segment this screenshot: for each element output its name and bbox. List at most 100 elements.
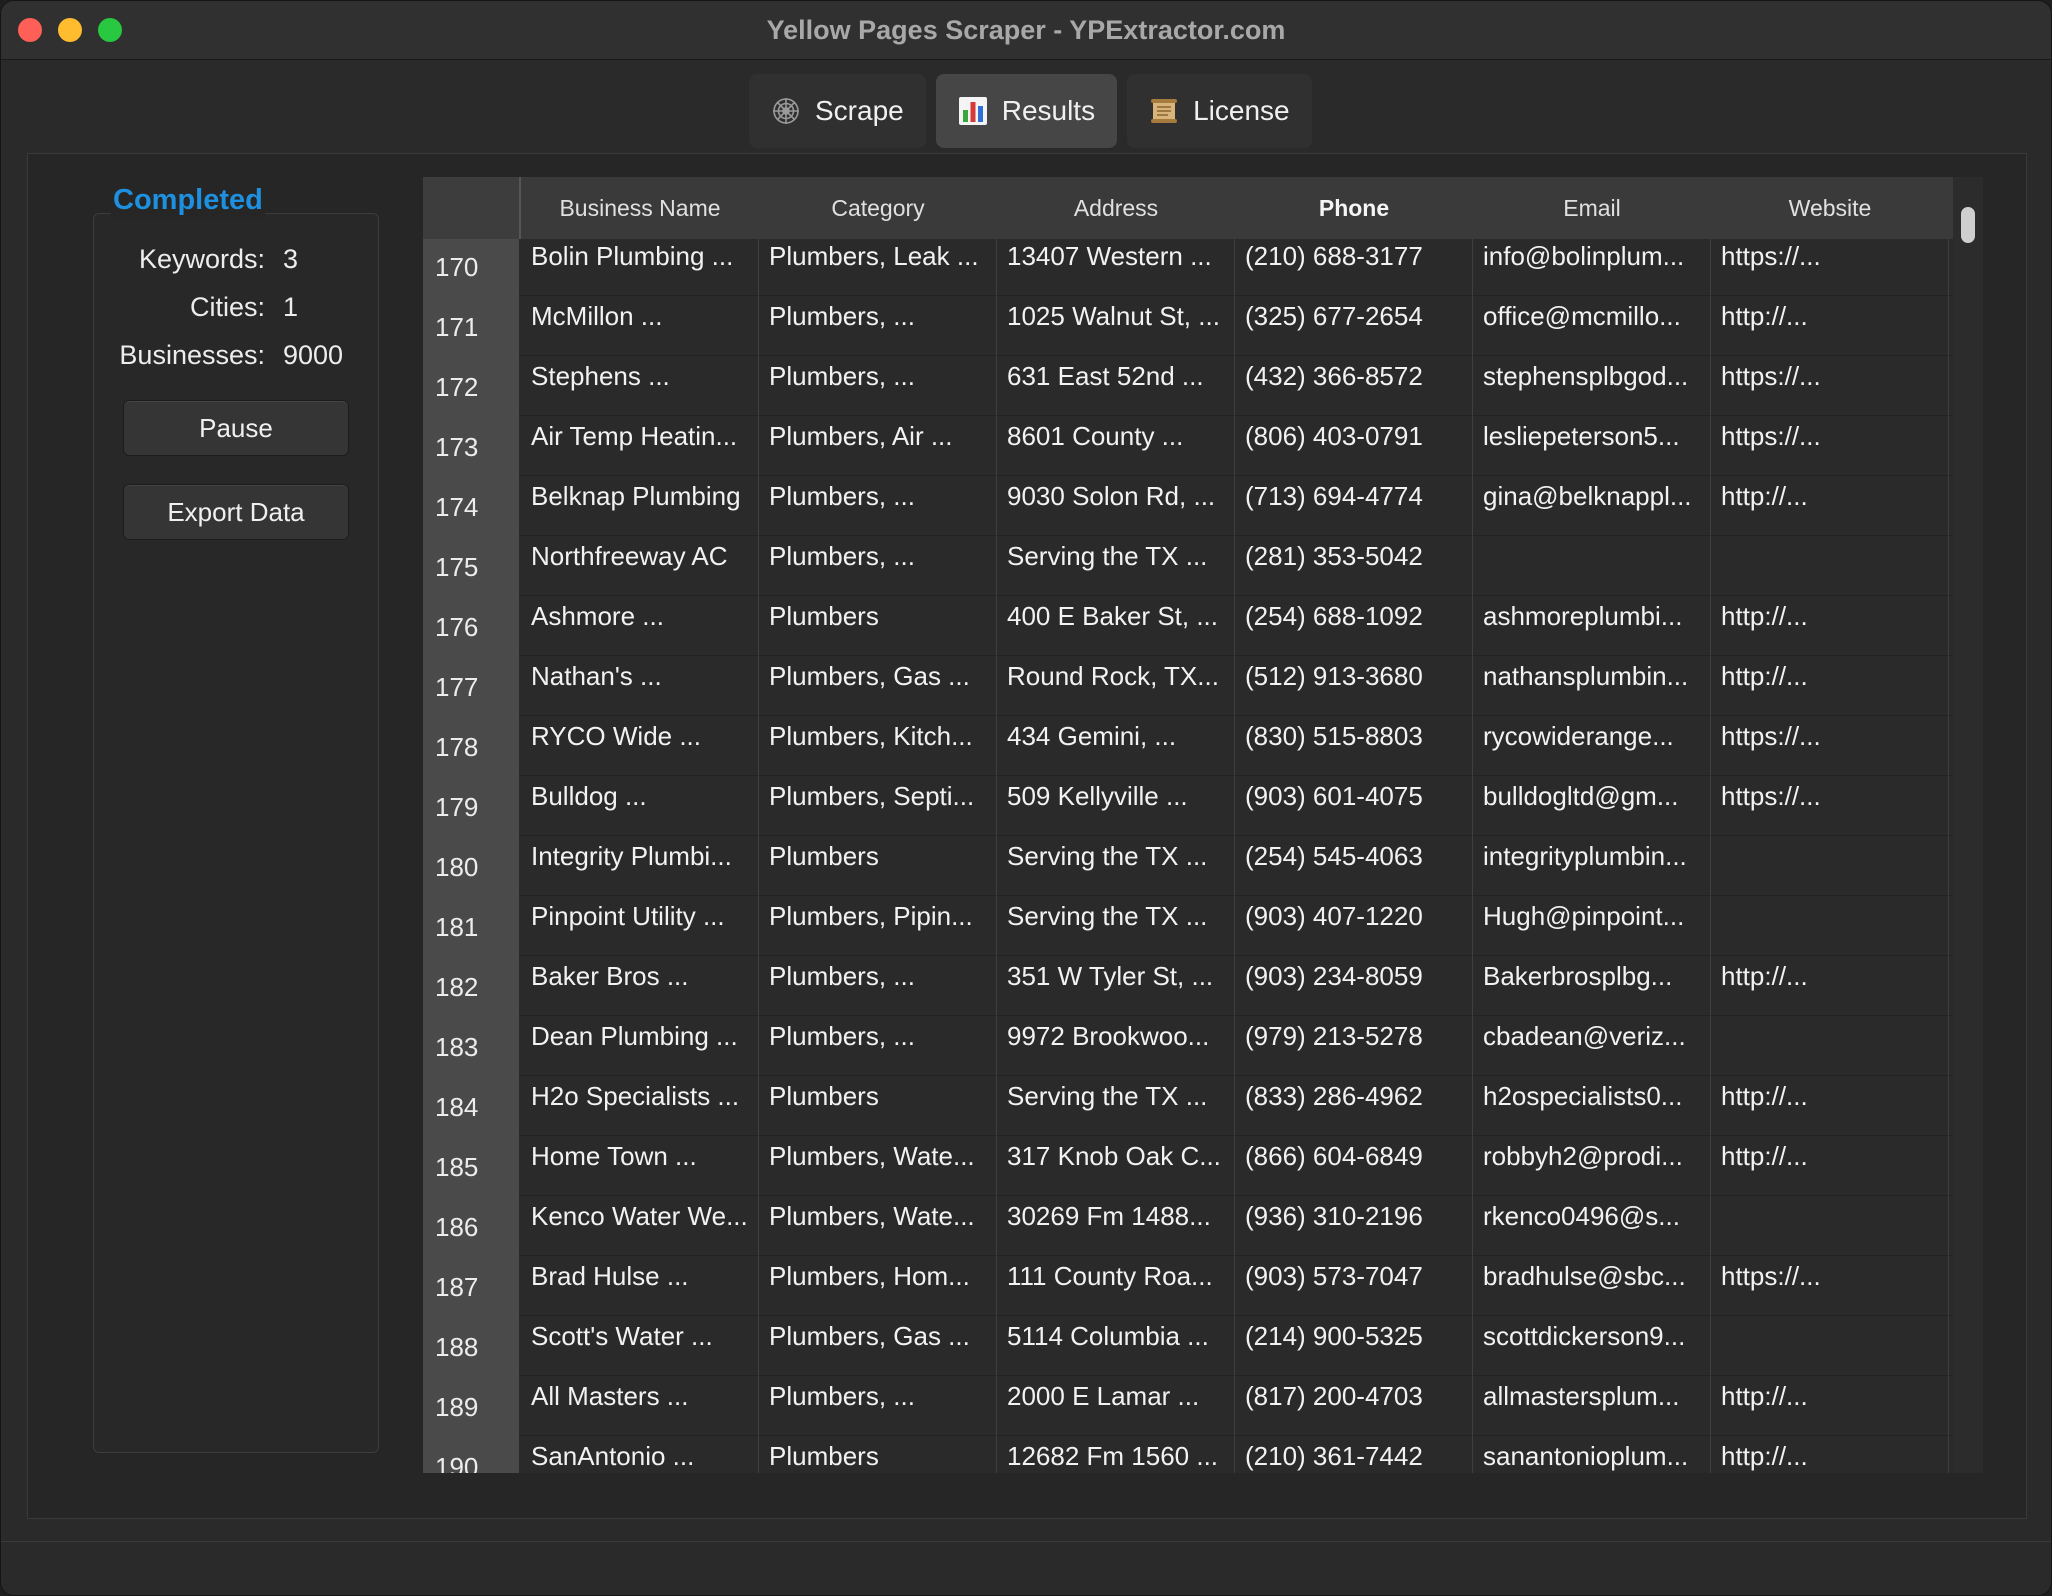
cell-website[interactable]: http://... xyxy=(1711,475,1949,535)
row-number[interactable]: 185 xyxy=(423,1135,519,1195)
cell-phone[interactable]: (254) 688-1092 xyxy=(1235,595,1473,655)
export-data-button[interactable]: Export Data xyxy=(123,484,349,540)
cell-business-name[interactable]: Baker Bros ... xyxy=(521,955,759,1015)
table-row[interactable]: 182 Baker Bros ... Plumbers, ... 351 W Tyle… xyxy=(423,955,1953,1016)
table-row[interactable]: 178 RYCO Wide ... Plumbers, Kitch... 434 Ge… xyxy=(423,715,1953,776)
table-row[interactable]: 174 Belknap Plumbing Plumbers, ... 9030 Sol… xyxy=(423,475,1953,536)
cell-phone[interactable]: (512) 913-3680 xyxy=(1235,655,1473,715)
cell-address[interactable]: 1025 Walnut St, ... xyxy=(997,295,1235,355)
row-number[interactable]: 178 xyxy=(423,715,519,775)
cell-email[interactable]: scottdickerson9... xyxy=(1473,1315,1711,1375)
cell-business-name[interactable]: All Masters ... xyxy=(521,1375,759,1435)
cell-phone[interactable]: (903) 573-7047 xyxy=(1235,1255,1473,1315)
cell-email[interactable]: bulldogltd@gm... xyxy=(1473,775,1711,835)
row-number[interactable]: 173 xyxy=(423,415,519,475)
scrollbar-thumb[interactable] xyxy=(1961,207,1975,243)
table-row[interactable]: 183 Dean Plumbing ... Plumbers, ... 9972 Br… xyxy=(423,1015,1953,1076)
table-row[interactable]: 188 Scott's Water ... Plumbers, Gas ... 511… xyxy=(423,1315,1953,1376)
column-header-email[interactable]: Email xyxy=(1473,177,1711,239)
cell-category[interactable]: Plumbers xyxy=(759,835,997,895)
tab-results[interactable]: Results xyxy=(935,74,1118,148)
row-number[interactable]: 181 xyxy=(423,895,519,955)
cell-business-name[interactable]: RYCO Wide ... xyxy=(521,715,759,775)
cell-phone[interactable]: (903) 407-1220 xyxy=(1235,895,1473,955)
cell-website[interactable]: https://... xyxy=(1711,1255,1949,1315)
row-number[interactable]: 175 xyxy=(423,535,519,595)
cell-address[interactable]: 13407 Western ... xyxy=(997,239,1235,295)
cell-category[interactable]: Plumbers, Wate... xyxy=(759,1135,997,1195)
column-header-category[interactable]: Category xyxy=(759,177,997,239)
cell-business-name[interactable]: Kenco Water We... xyxy=(521,1195,759,1255)
column-header-website[interactable]: Website xyxy=(1711,177,1949,239)
cell-category[interactable]: Plumbers, ... xyxy=(759,1375,997,1435)
cell-category[interactable]: Plumbers, ... xyxy=(759,955,997,1015)
cell-address[interactable]: 8601 County ... xyxy=(997,415,1235,475)
cell-phone[interactable]: (817) 200-4703 xyxy=(1235,1375,1473,1435)
cell-email[interactable]: lesliepeterson5... xyxy=(1473,415,1711,475)
cell-address[interactable]: 2000 E Lamar ... xyxy=(997,1375,1235,1435)
cell-phone[interactable]: (210) 361-7442 xyxy=(1235,1435,1473,1473)
cell-website[interactable]: http://... xyxy=(1711,655,1949,715)
cell-email[interactable]: info@bolinplum... xyxy=(1473,239,1711,295)
table-row[interactable]: 171 McMillon ... Plumbers, ... 1025 Walnut … xyxy=(423,295,1953,356)
cell-email[interactable]: cbadean@veriz... xyxy=(1473,1015,1711,1075)
cell-business-name[interactable]: Nathan's ... xyxy=(521,655,759,715)
cell-category[interactable]: Plumbers, ... xyxy=(759,355,997,415)
cell-address[interactable]: 631 East 52nd ... xyxy=(997,355,1235,415)
cell-email[interactable] xyxy=(1473,535,1711,595)
cell-website[interactable]: http://... xyxy=(1711,1135,1949,1195)
results-table[interactable]: Business Name Category Address Phone Ema… xyxy=(423,177,1983,1473)
cell-business-name[interactable]: Pinpoint Utility ... xyxy=(521,895,759,955)
column-header-address[interactable]: Address xyxy=(997,177,1235,239)
cell-address[interactable]: Serving the TX ... xyxy=(997,835,1235,895)
table-row[interactable]: 185 Home Town ... Plumbers, Wate... 317 Kno… xyxy=(423,1135,1953,1196)
cell-email[interactable]: gina@belknappl... xyxy=(1473,475,1711,535)
vertical-scrollbar[interactable] xyxy=(1953,177,1983,1473)
cell-phone[interactable]: (903) 234-8059 xyxy=(1235,955,1473,1015)
cell-email[interactable]: sanantonioplum... xyxy=(1473,1435,1711,1473)
cell-website[interactable]: http://... xyxy=(1711,1375,1949,1435)
cell-category[interactable]: Plumbers xyxy=(759,1435,997,1473)
cell-category[interactable]: Plumbers, Kitch... xyxy=(759,715,997,775)
cell-website[interactable] xyxy=(1711,1195,1949,1255)
cell-email[interactable]: office@mcmillo... xyxy=(1473,295,1711,355)
cell-phone[interactable]: (866) 604-6849 xyxy=(1235,1135,1473,1195)
cell-email[interactable]: bradhulse@sbc... xyxy=(1473,1255,1711,1315)
tab-scrape[interactable]: Scrape xyxy=(749,74,926,148)
cell-phone[interactable]: (325) 677-2654 xyxy=(1235,295,1473,355)
cell-business-name[interactable]: Brad Hulse ... xyxy=(521,1255,759,1315)
table-row[interactable]: 177 Nathan's ... Plumbers, Gas ... Round Ro… xyxy=(423,655,1953,716)
row-number[interactable]: 177 xyxy=(423,655,519,715)
cell-phone[interactable]: (214) 900-5325 xyxy=(1235,1315,1473,1375)
row-number[interactable]: 176 xyxy=(423,595,519,655)
cell-address[interactable]: 509 Kellyville ... xyxy=(997,775,1235,835)
cell-category[interactable]: Plumbers, Gas ... xyxy=(759,655,997,715)
cell-email[interactable]: integrityplumbin... xyxy=(1473,835,1711,895)
column-header-phone[interactable]: Phone xyxy=(1235,177,1473,239)
cell-business-name[interactable]: Scott's Water ... xyxy=(521,1315,759,1375)
cell-website[interactable] xyxy=(1711,1315,1949,1375)
cell-category[interactable]: Plumbers, Leak ... xyxy=(759,239,997,295)
cell-category[interactable]: Plumbers, ... xyxy=(759,475,997,535)
cell-website[interactable]: http://... xyxy=(1711,1075,1949,1135)
row-number[interactable]: 188 xyxy=(423,1315,519,1375)
tab-license[interactable]: License xyxy=(1127,74,1312,148)
cell-address[interactable]: 317 Knob Oak C... xyxy=(997,1135,1235,1195)
row-number[interactable]: 189 xyxy=(423,1375,519,1435)
cell-phone[interactable]: (713) 694-4774 xyxy=(1235,475,1473,535)
row-number[interactable]: 184 xyxy=(423,1075,519,1135)
row-number[interactable]: 171 xyxy=(423,295,519,355)
cell-business-name[interactable]: Belknap Plumbing xyxy=(521,475,759,535)
row-number[interactable]: 170 xyxy=(423,239,519,295)
cell-phone[interactable]: (281) 353-5042 xyxy=(1235,535,1473,595)
table-row[interactable]: 186 Kenco Water We... Plumbers, Wate... 302… xyxy=(423,1195,1953,1256)
cell-business-name[interactable]: H2o Specialists ... xyxy=(521,1075,759,1135)
cell-website[interactable] xyxy=(1711,895,1949,955)
cell-category[interactable]: Plumbers, Gas ... xyxy=(759,1315,997,1375)
table-row[interactable]: 181 Pinpoint Utility ... Plumbers, Pipin..… xyxy=(423,895,1953,956)
table-row[interactable]: 189 All Masters ... Plumbers, ... 2000 E La… xyxy=(423,1375,1953,1436)
cell-website[interactable]: https://... xyxy=(1711,415,1949,475)
cell-business-name[interactable]: Air Temp Heatin... xyxy=(521,415,759,475)
cell-address[interactable]: 9030 Solon Rd, ... xyxy=(997,475,1235,535)
cell-phone[interactable]: (432) 366-8572 xyxy=(1235,355,1473,415)
